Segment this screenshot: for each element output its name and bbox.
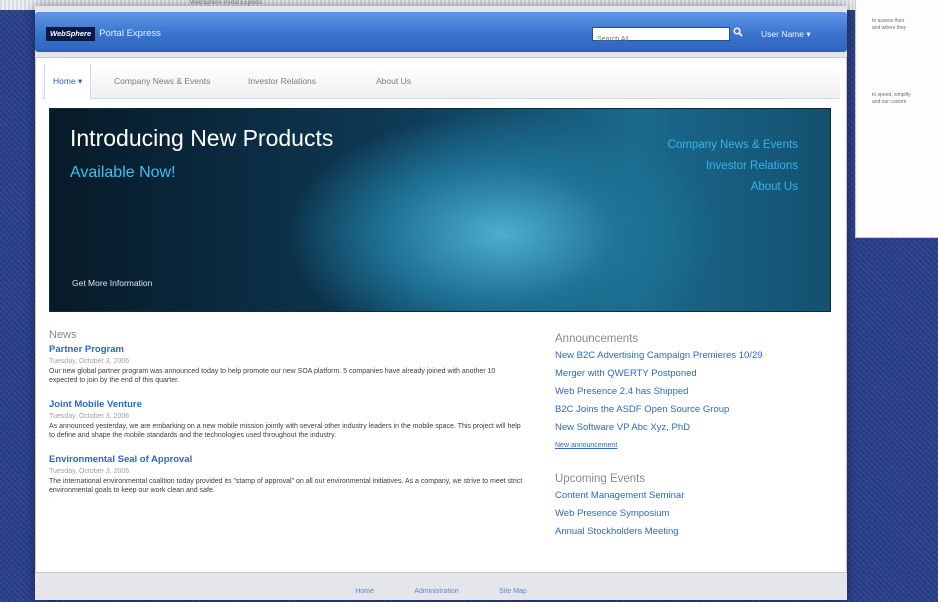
announcement-link[interactable]: New B2C Advertising Campaign Premieres 1… bbox=[555, 347, 825, 365]
search-box[interactable] bbox=[592, 27, 730, 46]
news-item: Partner Program Tuesday, October 3, 2006… bbox=[49, 343, 529, 385]
news-headline[interactable]: Environmental Seal of Approval bbox=[49, 453, 529, 466]
news-body: As announced yesterday, we are embarking… bbox=[49, 423, 521, 439]
main-content: Home ▾ Company News & Events Investor Re… bbox=[35, 57, 847, 573]
tab-investor-relations[interactable]: Investor Relations bbox=[248, 64, 316, 98]
hero-subtitle: Available Now! bbox=[70, 164, 176, 181]
footer-link-administration[interactable]: Administration bbox=[414, 582, 458, 602]
get-more-info-link[interactable]: Get More Information bbox=[72, 278, 152, 288]
news-date: Tuesday, October 3, 2006 bbox=[49, 468, 130, 475]
sidebar: Announcements New B2C Advertising Campai… bbox=[555, 331, 825, 541]
background-window-text: to assess their bbox=[872, 18, 905, 24]
footer: Home Administration Site Map bbox=[35, 580, 847, 600]
tab-company-news-events[interactable]: Company News & Events bbox=[114, 64, 210, 98]
news-body: The international environmental coalitio… bbox=[49, 478, 523, 494]
background-window-text: and where they bbox=[872, 25, 907, 31]
announcement-link[interactable]: Web Presence 2.4 has Shipped bbox=[555, 383, 825, 401]
nav-tabs: Home ▾ Company News & Events Investor Re… bbox=[42, 64, 840, 99]
hero-link-company-news[interactable]: Company News & Events bbox=[668, 135, 798, 156]
portal-header: WebSphere Portal Express User Name ▾ bbox=[35, 12, 847, 52]
news-date: Tuesday, October 3, 2006 bbox=[49, 413, 130, 420]
event-link[interactable]: Annual Stockholders Meeting bbox=[555, 523, 825, 541]
search-input[interactable] bbox=[593, 33, 729, 46]
announcement-link[interactable]: Merger with QWERTY Postponed bbox=[555, 365, 825, 383]
footer-link-home[interactable]: Home bbox=[355, 582, 374, 602]
background-window-text: to speed, simplify bbox=[872, 92, 911, 98]
hero-banner: Introducing New Products Available Now! … bbox=[49, 108, 831, 312]
events-title: Upcoming Events bbox=[555, 473, 646, 485]
websphere-logo: WebSphere bbox=[46, 26, 96, 41]
search-icon bbox=[733, 27, 743, 37]
news-date: Tuesday, October 3, 2006 bbox=[49, 358, 130, 365]
user-menu[interactable]: User Name ▾ bbox=[761, 27, 811, 41]
search-button[interactable] bbox=[731, 27, 745, 41]
footer-link-site-map[interactable]: Site Map bbox=[499, 582, 527, 602]
hero-link-about-us[interactable]: About Us bbox=[668, 177, 798, 198]
brand-name: Portal Express bbox=[99, 28, 161, 39]
background-window-text: and our custom bbox=[872, 99, 907, 105]
news-item: Joint Mobile Venture Tuesday, October 3,… bbox=[49, 398, 529, 440]
news-title: News bbox=[49, 329, 77, 341]
event-link[interactable]: Content Management Seminar bbox=[555, 487, 825, 505]
hero-title: Introducing New Products bbox=[70, 125, 334, 151]
news-section: News Partner Program Tuesday, October 3,… bbox=[49, 328, 529, 495]
news-headline[interactable]: Partner Program bbox=[49, 343, 529, 356]
hero-links: Company News & Events Investor Relations… bbox=[668, 135, 798, 198]
brand[interactable]: WebSphere Portal Express bbox=[46, 26, 161, 41]
news-body: Our new global partner program was annou… bbox=[49, 368, 496, 384]
announcement-link[interactable]: New Software VP Abc Xyz, PhD bbox=[555, 419, 825, 437]
background-window: to assess their and where they to speed,… bbox=[855, 0, 938, 238]
news-item: Environmental Seal of Approval Tuesday, … bbox=[49, 453, 529, 495]
announcements-title: Announcements bbox=[555, 333, 639, 345]
tab-home[interactable]: Home ▾ bbox=[44, 64, 92, 99]
news-headline[interactable]: Joint Mobile Venture bbox=[49, 398, 529, 411]
event-link[interactable]: Web Presence Symposium bbox=[555, 505, 825, 523]
new-announcement-link[interactable]: New announcement bbox=[555, 437, 825, 455]
announcement-link[interactable]: B2C Joins the ASDF Open Source Group bbox=[555, 401, 825, 419]
hero-link-investor-relations[interactable]: Investor Relations bbox=[668, 156, 798, 177]
portal-window: WebSphere Portal Express User Name ▾ Hom… bbox=[35, 6, 847, 600]
tab-about-us[interactable]: About Us bbox=[376, 64, 411, 98]
